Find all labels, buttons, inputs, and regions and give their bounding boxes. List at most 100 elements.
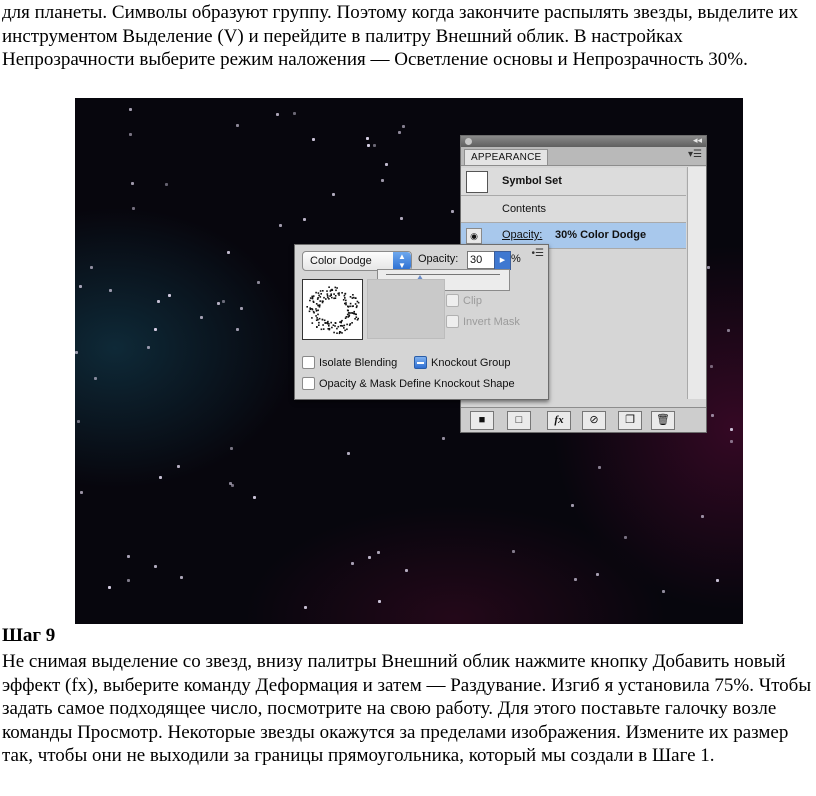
star-dot (77, 420, 80, 423)
step-heading: Шаг 9 (2, 625, 56, 646)
panel-titlebar[interactable]: ◂◂ (461, 135, 706, 147)
star-dot (90, 266, 93, 269)
thumb-symbol (346, 313, 349, 316)
thumb-symbol (354, 297, 357, 299)
star-dot (400, 217, 403, 220)
close-icon[interactable] (465, 138, 472, 145)
star-dot (367, 144, 370, 147)
thumb-symbol (346, 328, 348, 331)
thumb-symbol (329, 290, 332, 292)
star-dot (293, 112, 296, 115)
thumb-symbol (345, 299, 347, 302)
isolate-blending-checkbox[interactable] (302, 356, 315, 369)
thumb-symbol (346, 323, 348, 326)
star-dot (276, 113, 279, 116)
mask-area[interactable] (367, 279, 445, 339)
thumb-symbol (333, 331, 335, 334)
thumb-symbol (343, 327, 345, 329)
thumb-symbol (306, 306, 308, 308)
star-dot (366, 137, 369, 140)
star-dot (180, 576, 183, 579)
star-dot (80, 491, 83, 494)
tab-appearance[interactable]: APPEARANCE (464, 149, 549, 165)
collapse-icon[interactable]: ◂◂ (693, 135, 702, 146)
thumb-symbol (311, 297, 314, 300)
thumb-symbol (349, 312, 351, 314)
thumb-symbol (344, 292, 347, 295)
slider-toggle-icon[interactable]: ▶ (494, 251, 511, 270)
star-dot (730, 440, 733, 443)
thumb-symbol (333, 297, 335, 300)
thumb-symbol (318, 294, 320, 297)
star-dot (79, 285, 82, 288)
invert-mask-checkbox[interactable] (446, 315, 459, 328)
trash-icon[interactable]: 🗑 (651, 411, 675, 430)
thumb-symbol (336, 332, 338, 334)
blend-mode-select[interactable]: Color Dodge ▲ ▼ (302, 251, 412, 271)
star-dot (385, 163, 388, 166)
thumb-symbol (329, 295, 331, 297)
thumb-symbol (345, 302, 347, 304)
thumb-symbol (340, 321, 342, 324)
thumb-symbol (355, 316, 358, 318)
star-dot (598, 466, 601, 469)
thumb-symbol (353, 310, 355, 313)
row-contents[interactable]: Contents (461, 196, 686, 223)
star-dot (405, 569, 408, 572)
symbol-thumbnail (466, 171, 488, 193)
thumb-symbol (315, 319, 318, 321)
contents-label: Contents (502, 203, 547, 215)
star-dot (451, 210, 454, 213)
star-dot (730, 428, 733, 431)
star-dot (108, 586, 111, 589)
thumb-symbol (309, 308, 312, 310)
thumb-symbol (315, 310, 318, 312)
clip-checkbox[interactable] (446, 294, 459, 307)
opacity-link[interactable]: Opacity: (502, 229, 542, 241)
star-dot (177, 465, 180, 468)
star-dot (109, 289, 112, 292)
thumb-symbol (338, 294, 340, 296)
thumb-symbol (349, 323, 352, 325)
thumb-symbol (351, 322, 353, 324)
knockout-group-checkbox[interactable] (414, 356, 427, 369)
panel-scrollbar[interactable] (687, 167, 706, 399)
thumb-symbol (345, 316, 348, 318)
star-dot (131, 182, 134, 185)
object-thumbnail[interactable] (302, 279, 363, 340)
eye-icon[interactable]: ◉ (466, 228, 482, 244)
star-dot (253, 496, 256, 499)
popup-menu-icon[interactable]: •☰ (532, 248, 544, 259)
star-dot (236, 328, 239, 331)
duplicate-item-icon[interactable]: ❐ (618, 411, 642, 430)
thumb-symbol (349, 302, 352, 305)
star-dot (229, 482, 232, 485)
stars-thumbnail (306, 286, 360, 335)
thumb-symbol (344, 317, 347, 319)
row-symbol-set[interactable]: Symbol Set (461, 168, 686, 196)
clear-appearance-icon[interactable]: ⊘ (582, 411, 606, 430)
thumb-symbol (352, 305, 354, 307)
add-new-effect-button[interactable]: fx (547, 411, 571, 430)
thumb-symbol (327, 328, 329, 330)
star-dot (165, 183, 168, 186)
popup-opacity-label: Opacity: (418, 253, 459, 265)
transparency-popup: Color Dodge ▲ ▼ Opacity: 30 ▶ % •☰ Clip I… (294, 244, 549, 400)
add-new-stroke-button[interactable]: ■ (470, 411, 494, 430)
star-dot (240, 307, 243, 310)
invert-mask-label: Invert Mask (463, 316, 520, 328)
thumb-symbol (334, 295, 337, 297)
opacity-unit: % (511, 253, 521, 265)
define-knockout-checkbox[interactable] (302, 377, 315, 390)
panel-menu-icon[interactable]: ▾☰ (688, 149, 702, 160)
star-dot (222, 300, 225, 303)
add-new-fill-button[interactable]: □ (507, 411, 531, 430)
thumb-symbol (315, 291, 317, 294)
tutorial-screenshot: ◂◂ APPEARANCE ▾☰ Symbol Set Contents ◉ O… (75, 98, 743, 624)
thumb-symbol (309, 297, 312, 299)
star-dot (402, 125, 405, 128)
opacity-input[interactable]: 30 (467, 251, 495, 269)
thumb-symbol (316, 298, 319, 300)
star-dot (512, 550, 515, 553)
star-dot (710, 365, 713, 368)
